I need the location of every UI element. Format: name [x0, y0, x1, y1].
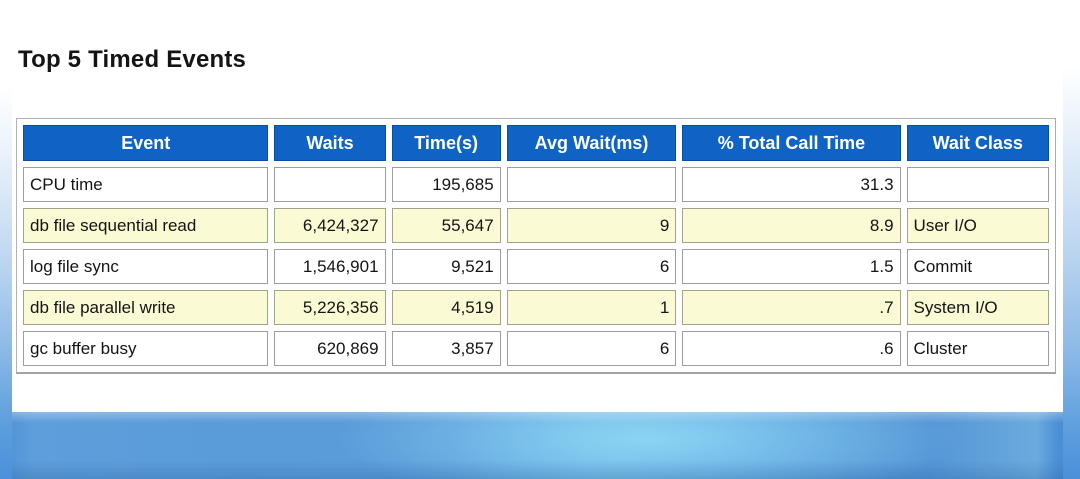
- cell-time: 55,647: [391, 208, 501, 243]
- cell-wait-class: Cluster: [906, 331, 1049, 366]
- cell-waits: [274, 167, 386, 202]
- cell-waits: 1,546,901: [274, 249, 386, 284]
- cell-waits: 5,226,356: [274, 290, 386, 325]
- cell-avg-wait: 6: [506, 331, 677, 366]
- table-row: log file sync 1,546,901 9,521 6 1.5 Comm…: [23, 249, 1049, 284]
- cell-wait-class: Commit: [906, 249, 1049, 284]
- column-header-avg-wait: Avg Wait(ms): [506, 125, 677, 161]
- cell-event: CPU time: [23, 167, 269, 202]
- cell-pct-total: 31.3: [682, 167, 901, 202]
- table-row: db file sequential read 6,424,327 55,647…: [23, 208, 1049, 243]
- slide-canvas: Top 5 Timed Events Event Waits Time(s) A…: [0, 0, 1080, 479]
- cell-time: 195,685: [391, 167, 501, 202]
- page-title: Top 5 Timed Events: [18, 46, 247, 73]
- cell-time: 9,521: [391, 249, 501, 284]
- table-row: gc buffer busy 620,869 3,857 6 .6 Cluste…: [23, 331, 1049, 366]
- table-row: CPU time 195,685 31.3: [23, 167, 1049, 202]
- timed-events-table-container: Event Waits Time(s) Avg Wait(ms) % Total…: [16, 118, 1056, 374]
- cell-pct-total: .7: [682, 290, 901, 325]
- cell-event: gc buffer busy: [23, 331, 269, 366]
- cell-time: 3,857: [391, 331, 501, 366]
- left-gradient-strip: [0, 0, 12, 479]
- timed-events-table: Event Waits Time(s) Avg Wait(ms) % Total…: [16, 118, 1056, 374]
- cell-waits: 6,424,327: [274, 208, 386, 243]
- cell-avg-wait: 1: [506, 290, 677, 325]
- cell-waits: 620,869: [274, 331, 386, 366]
- cell-time: 4,519: [391, 290, 501, 325]
- column-header-event: Event: [23, 125, 269, 161]
- column-header-wait-class: Wait Class: [906, 125, 1049, 161]
- cell-pct-total: 8.9: [682, 208, 901, 243]
- column-header-time: Time(s): [391, 125, 501, 161]
- column-header-pct-total-call-time: % Total Call Time: [682, 125, 901, 161]
- cell-avg-wait: [506, 167, 677, 202]
- cell-pct-total: .6: [682, 331, 901, 366]
- cell-event: log file sync: [23, 249, 269, 284]
- cell-wait-class: System I/O: [906, 290, 1049, 325]
- cell-avg-wait: 9: [506, 208, 677, 243]
- cell-wait-class: User I/O: [906, 208, 1049, 243]
- cell-pct-total: 1.5: [682, 249, 901, 284]
- table-row: db file parallel write 5,226,356 4,519 1…: [23, 290, 1049, 325]
- cell-wait-class: [906, 167, 1049, 202]
- bottom-gradient-band: [0, 412, 1080, 479]
- column-header-waits: Waits: [274, 125, 386, 161]
- cell-event: db file sequential read: [23, 208, 269, 243]
- header-row: Event Waits Time(s) Avg Wait(ms) % Total…: [23, 125, 1049, 161]
- cell-event: db file parallel write: [23, 290, 269, 325]
- right-gradient-strip: [1063, 0, 1080, 479]
- cell-avg-wait: 6: [506, 249, 677, 284]
